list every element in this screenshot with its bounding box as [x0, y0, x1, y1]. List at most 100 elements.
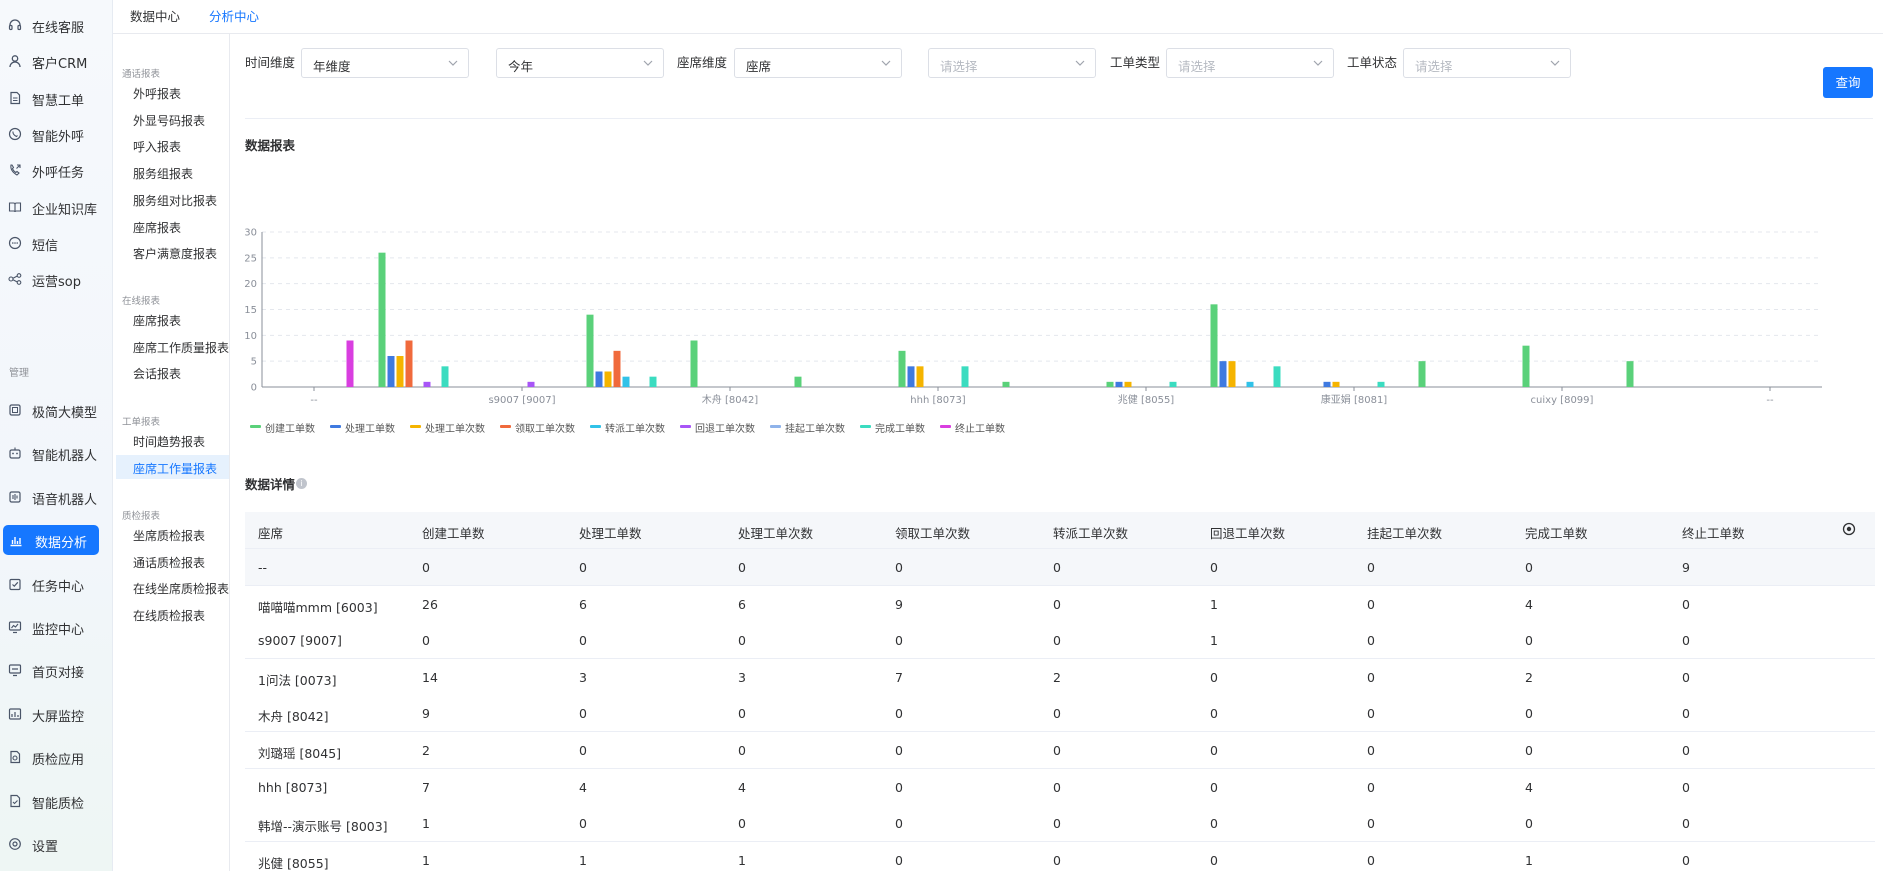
sidebar-item-phone-out[interactable]: 外呼任务 [0, 155, 100, 185]
sidebar-item-robot[interactable]: 智能机器人 [0, 438, 100, 468]
bar[interactable] [1219, 361, 1227, 387]
bar[interactable] [1124, 381, 1132, 387]
sidebar-item-gear[interactable]: 设置 [0, 829, 100, 859]
submenu-item[interactable]: 坐席质检报表 [116, 522, 229, 546]
bar[interactable] [961, 366, 969, 387]
column-header[interactable]: 转派工单次数 [1053, 523, 1128, 542]
bar[interactable] [1169, 381, 1177, 387]
bar[interactable] [1522, 345, 1530, 387]
bar[interactable] [649, 376, 657, 387]
bar[interactable] [794, 376, 802, 387]
table-row[interactable]: 1问法 [0073] 14 3 3 7 2 0 0 2 0 [245, 658, 1875, 696]
table-row[interactable]: 喵喵喵mmm [6003] 26 6 6 9 0 1 0 4 0 [245, 585, 1875, 623]
sidebar-item-flow[interactable]: 运营sop [0, 264, 100, 294]
table-row[interactable]: 刘璐瑶 [8045] 2 0 0 0 0 0 0 0 0 [245, 732, 1875, 769]
submenu-item[interactable]: 座席工作量报表 [116, 454, 229, 479]
sidebar-item-qa-smart[interactable]: 智能质检 [0, 786, 100, 816]
bar[interactable] [690, 340, 698, 388]
column-header[interactable]: 领取工单次数 [895, 523, 970, 542]
sidebar-item-voice-robot[interactable]: 语音机器人 [0, 482, 100, 512]
submenu-item[interactable]: 座席报表 [116, 307, 229, 331]
sidebar-item-screen[interactable]: 大屏监控 [0, 699, 100, 729]
bar[interactable] [1273, 366, 1281, 387]
sidebar-item-task[interactable]: 任务中心 [0, 569, 100, 599]
column-header[interactable]: 终止工单数 [1682, 523, 1745, 542]
sidebar-item-model[interactable]: 极简大模型 [0, 395, 100, 425]
bar[interactable] [387, 356, 395, 387]
seat-select[interactable]: 请选择 [928, 48, 1096, 78]
bar[interactable] [1323, 381, 1331, 387]
submenu-item[interactable]: 座席报表 [116, 214, 229, 238]
bar[interactable] [405, 340, 413, 388]
bar[interactable] [595, 371, 603, 388]
tab-data-center[interactable]: 数据中心 [130, 6, 180, 25]
year-select[interactable]: 今年 [496, 48, 664, 78]
table-row[interactable]: 韩增--演示账号 [8003] 1 0 0 0 0 0 0 0 0 [245, 805, 1875, 843]
submenu-item[interactable]: 客户满意度报表 [116, 240, 229, 264]
ticket-type-select[interactable]: 请选择 [1166, 48, 1334, 78]
bar[interactable] [916, 366, 924, 387]
column-header[interactable]: 回退工单次数 [1210, 523, 1285, 542]
bar[interactable] [527, 381, 535, 387]
column-settings-icon[interactable] [1842, 522, 1856, 536]
bar[interactable] [613, 350, 621, 387]
bar[interactable] [441, 366, 449, 387]
sidebar-item-bar-chart[interactable]: 数据分析 [3, 525, 99, 556]
submenu-item[interactable]: 通话质检报表 [116, 549, 229, 573]
sidebar-item-qa-app[interactable]: 质检应用 [0, 742, 100, 772]
seat-dimension-select[interactable]: 座席 [734, 48, 902, 78]
bar[interactable] [1210, 304, 1218, 387]
bar[interactable] [1332, 381, 1340, 387]
bar[interactable] [1106, 381, 1114, 387]
bar[interactable] [423, 381, 431, 387]
bar[interactable] [346, 340, 354, 388]
table-row[interactable]: 木舟 [8042] 9 0 0 0 0 0 0 0 0 [245, 695, 1875, 733]
sidebar-item-book[interactable]: 企业知识库 [0, 192, 100, 222]
submenu-item[interactable]: 外呼报表 [116, 80, 229, 104]
sidebar-item-user[interactable]: 客户CRM [0, 46, 100, 76]
bar[interactable] [1115, 381, 1123, 387]
column-header[interactable]: 处理工单数 [579, 523, 642, 542]
bar[interactable] [1626, 361, 1634, 387]
column-header[interactable]: 处理工单次数 [738, 523, 813, 542]
bar[interactable] [396, 356, 404, 387]
submenu-item[interactable]: 呼入报表 [116, 133, 229, 157]
bar[interactable] [378, 252, 386, 387]
sidebar-item-message[interactable]: 短信 [0, 228, 100, 258]
bar[interactable] [1228, 361, 1236, 387]
bar[interactable] [1246, 381, 1254, 387]
time-dimension-select[interactable]: 年维度 [301, 48, 469, 78]
table-row[interactable]: 兆健 [8055] 1 1 1 0 0 0 0 1 0 [245, 841, 1875, 871]
column-header[interactable]: 座席 [258, 523, 283, 542]
bar[interactable] [1002, 381, 1010, 387]
submenu-item[interactable]: 外显号码报表 [116, 107, 229, 131]
sidebar-item-dock[interactable]: 首页对接 [0, 655, 100, 685]
submenu-item[interactable]: 在线质检报表 [116, 602, 229, 626]
submenu-item[interactable]: 座席工作质量报表 [116, 334, 229, 358]
sidebar-item-document[interactable]: 智慧工单 [0, 83, 100, 113]
query-button[interactable]: 查询 [1823, 67, 1873, 98]
bar[interactable] [622, 376, 630, 387]
submenu-item[interactable]: 服务组对比报表 [116, 187, 229, 211]
submenu-item[interactable]: 时间趋势报表 [116, 428, 229, 452]
info-icon[interactable]: i [296, 478, 307, 489]
bar[interactable] [586, 314, 594, 387]
sidebar-item-monitor[interactable]: 监控中心 [0, 612, 100, 642]
submenu-item[interactable]: 在线坐席质检报表 [116, 575, 229, 599]
column-header[interactable]: 创建工单数 [422, 523, 485, 542]
tab-analysis-center[interactable]: 分析中心 [209, 6, 259, 25]
bar[interactable] [604, 371, 612, 388]
bar[interactable] [898, 350, 906, 387]
column-header[interactable]: 挂起工单次数 [1367, 523, 1442, 542]
sidebar-item-phone-circle[interactable]: 智能外呼 [0, 119, 100, 149]
column-header[interactable]: 完成工单数 [1525, 523, 1588, 542]
submenu-item[interactable]: 服务组报表 [116, 160, 229, 184]
table-row[interactable]: hhh [8073] 7 4 4 0 0 0 0 4 0 [245, 768, 1875, 806]
bar[interactable] [907, 366, 915, 387]
ticket-status-select[interactable]: 请选择 [1403, 48, 1571, 78]
table-row[interactable]: s9007 [9007] 0 0 0 0 0 1 0 0 0 [245, 622, 1875, 660]
bar[interactable] [1377, 381, 1385, 387]
sidebar-item-headset[interactable]: 在线客服 [0, 10, 100, 40]
table-row[interactable]: -- 0 0 0 0 0 0 0 0 9 [245, 549, 1875, 586]
submenu-item[interactable]: 会话报表 [116, 360, 229, 384]
